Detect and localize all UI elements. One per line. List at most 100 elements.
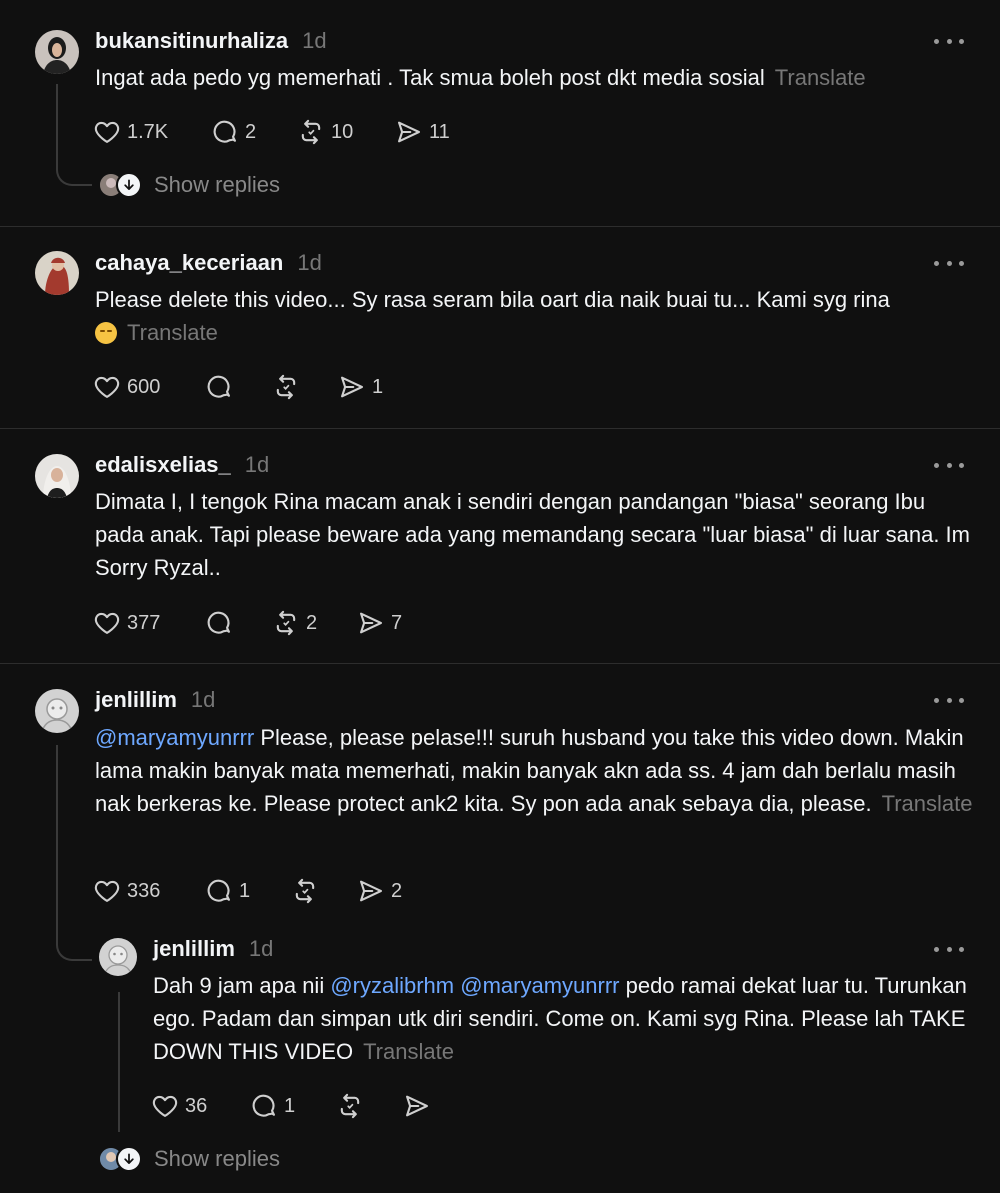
repost-button[interactable] bbox=[291, 873, 325, 909]
show-replies-label: Show replies bbox=[154, 1146, 280, 1171]
like-button[interactable]: 36 bbox=[151, 1088, 207, 1124]
share-button[interactable]: 2 bbox=[357, 873, 402, 909]
comment-icon bbox=[205, 609, 233, 637]
action-bar: 600 1 bbox=[93, 369, 493, 405]
share-icon bbox=[357, 877, 385, 905]
more-icon[interactable] bbox=[934, 455, 964, 475]
repost-button[interactable] bbox=[272, 369, 306, 405]
thread-curve bbox=[56, 915, 92, 961]
share-count: 11 bbox=[429, 120, 450, 143]
share-count: 1 bbox=[372, 375, 384, 398]
username[interactable]: jenlillim 1d bbox=[95, 687, 215, 713]
username-text[interactable]: jenlillim bbox=[95, 687, 177, 712]
share-icon bbox=[338, 373, 366, 401]
username-text[interactable]: bukansitinurhaliza bbox=[95, 28, 288, 53]
repost-icon bbox=[336, 1092, 364, 1120]
translate-link[interactable]: Translate bbox=[882, 791, 973, 816]
timestamp: 1d bbox=[244, 452, 270, 477]
thread-line bbox=[56, 745, 58, 920]
reply-avatars bbox=[98, 172, 142, 198]
share-button[interactable]: 11 bbox=[395, 114, 450, 150]
thread-line bbox=[118, 992, 120, 1132]
timestamp: 1d bbox=[248, 936, 274, 961]
action-bar: 336 1 2 bbox=[93, 873, 493, 909]
mention-link[interactable]: @maryamyunrrr bbox=[95, 725, 254, 750]
repost-button[interactable]: 10 bbox=[297, 114, 353, 150]
arrow-down-icon bbox=[116, 1146, 142, 1172]
comment-icon bbox=[211, 118, 239, 146]
show-replies-button[interactable]: Show replies bbox=[98, 170, 280, 200]
like-button[interactable]: 377 bbox=[93, 605, 160, 641]
mention-link[interactable]: @ryzalibrhm bbox=[330, 973, 454, 998]
translate-link[interactable]: Translate bbox=[775, 65, 866, 90]
action-bar: 36 1 bbox=[151, 1088, 551, 1124]
divider bbox=[0, 663, 1000, 664]
reply-button[interactable]: 2 bbox=[211, 114, 256, 150]
reply-button[interactable]: 1 bbox=[205, 873, 250, 909]
repost-button[interactable]: 2 bbox=[272, 605, 317, 641]
thread-line bbox=[56, 84, 58, 154]
heart-icon bbox=[93, 877, 121, 905]
heart-icon bbox=[93, 373, 121, 401]
show-replies-button[interactable]: Show replies bbox=[98, 1144, 280, 1174]
reply-button[interactable]: 1 bbox=[250, 1088, 295, 1124]
comment-body: Please delete this video... Sy rasa sera… bbox=[95, 287, 890, 312]
username[interactable]: bukansitinurhaliza 1d bbox=[95, 28, 327, 54]
comment-body: Dimata I, I tengok Rina macam anak i sen… bbox=[95, 489, 970, 580]
reply-count: 2 bbox=[245, 120, 257, 143]
more-icon[interactable] bbox=[934, 690, 964, 710]
reply-button[interactable] bbox=[205, 369, 239, 405]
avatar[interactable] bbox=[35, 251, 79, 295]
avatar[interactable] bbox=[99, 938, 137, 976]
like-count: 36 bbox=[185, 1094, 208, 1117]
repost-icon bbox=[272, 609, 300, 637]
share-count: 2 bbox=[391, 879, 403, 902]
avatar[interactable] bbox=[35, 689, 79, 733]
comment-text: Ingat ada pedo yg memerhati . Tak smua b… bbox=[95, 61, 975, 94]
share-button[interactable]: 1 bbox=[338, 369, 383, 405]
avatar[interactable] bbox=[35, 30, 79, 74]
comment-text: Dah 9 jam apa nii @ryzalibrhm @maryamyun… bbox=[153, 969, 973, 1068]
comment-icon bbox=[205, 877, 233, 905]
repost-icon bbox=[272, 373, 300, 401]
timestamp: 1d bbox=[297, 250, 322, 275]
timestamp: 1d bbox=[190, 687, 216, 712]
reply-count: 1 bbox=[239, 879, 251, 902]
timestamp: 1d bbox=[302, 28, 327, 53]
reply-button[interactable] bbox=[205, 605, 239, 641]
comment-body-start: Dah 9 jam apa nii bbox=[153, 973, 331, 998]
translate-link[interactable]: Translate bbox=[363, 1039, 454, 1064]
comment-text: Please delete this video... Sy rasa sera… bbox=[95, 283, 975, 349]
share-icon bbox=[395, 118, 423, 146]
repost-count: 10 bbox=[331, 120, 354, 143]
action-bar: 1.7K 2 10 11 bbox=[93, 114, 493, 150]
like-button[interactable]: 1.7K bbox=[93, 114, 168, 150]
repost-button[interactable] bbox=[336, 1088, 370, 1124]
username[interactable]: cahaya_keceriaan 1d bbox=[95, 250, 322, 276]
comment-icon bbox=[250, 1092, 278, 1120]
more-icon[interactable] bbox=[934, 31, 964, 51]
heart-icon bbox=[93, 118, 121, 146]
like-count: 377 bbox=[127, 611, 161, 634]
divider bbox=[0, 226, 1000, 227]
reply-avatars bbox=[98, 1146, 142, 1172]
translate-link[interactable]: Translate bbox=[127, 320, 218, 345]
username-text[interactable]: edalisxelias_ bbox=[95, 452, 231, 477]
share-button[interactable] bbox=[403, 1088, 437, 1124]
username-text[interactable]: jenlillim bbox=[153, 936, 235, 961]
avatar[interactable] bbox=[35, 454, 79, 498]
reply-count: 1 bbox=[284, 1094, 296, 1117]
more-icon[interactable] bbox=[934, 939, 964, 959]
username-text[interactable]: cahaya_keceriaan bbox=[95, 250, 283, 275]
share-button[interactable]: 7 bbox=[357, 605, 402, 641]
like-button[interactable]: 336 bbox=[93, 873, 160, 909]
repost-icon bbox=[291, 877, 319, 905]
comment-text: @maryamyunrrr Please, please pelase!!! s… bbox=[95, 721, 975, 820]
repost-icon bbox=[297, 118, 325, 146]
like-button[interactable]: 600 bbox=[93, 369, 160, 405]
username[interactable]: edalisxelias_ 1d bbox=[95, 452, 269, 478]
mention-link[interactable]: @maryamyunrrr bbox=[460, 973, 619, 998]
more-icon[interactable] bbox=[934, 253, 964, 273]
share-icon bbox=[357, 609, 385, 637]
username[interactable]: jenlillim 1d bbox=[153, 936, 273, 962]
